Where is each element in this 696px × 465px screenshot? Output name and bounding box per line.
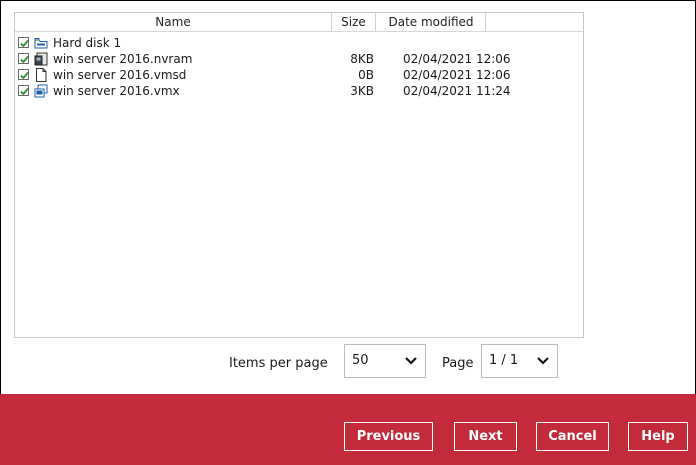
row-date: 02/04/2021 11:24 <box>403 84 511 98</box>
hard-disk-icon <box>34 36 48 50</box>
row-checkbox[interactable] <box>18 37 29 48</box>
row-size: 8KB <box>350 52 374 66</box>
table-row[interactable]: Hard disk 1 <box>15 35 583 51</box>
table-header: Name Size Date modified <box>15 13 583 32</box>
chevron-down-icon <box>537 357 549 365</box>
page-label: Page <box>442 356 474 371</box>
cancel-button[interactable]: Cancel <box>536 422 609 451</box>
nvram-file-icon <box>34 52 48 66</box>
items-per-page-label: Items per page <box>229 356 328 371</box>
column-header-name[interactable]: Name <box>15 13 331 31</box>
row-checkbox[interactable] <box>18 53 29 64</box>
table-row[interactable]: win server 2016.nvram 8KB 02/04/2021 12:… <box>15 51 583 67</box>
next-button[interactable]: Next <box>454 422 517 451</box>
page-select[interactable]: 1 / 1 <box>481 344 558 378</box>
help-button[interactable]: Help <box>628 422 688 451</box>
vmx-file-icon <box>34 84 48 98</box>
previous-button[interactable]: Previous <box>344 422 433 451</box>
file-list-table: Name Size Date modified Hard disk 1 win … <box>14 12 584 338</box>
column-divider <box>485 13 486 31</box>
table-row[interactable]: win server 2016.vmx 3KB 02/04/2021 11:24 <box>15 83 583 99</box>
column-header-size[interactable]: Size <box>331 13 375 31</box>
row-size: 0B <box>358 68 374 82</box>
row-name: win server 2016.vmsd <box>53 68 187 82</box>
table-body: Hard disk 1 win server 2016.nvram 8KB 02… <box>15 35 583 99</box>
check-icon <box>20 39 29 48</box>
table-row[interactable]: win server 2016.vmsd 0B 02/04/2021 12:06 <box>15 67 583 83</box>
row-name: win server 2016.vmx <box>53 84 180 98</box>
blank-file-icon <box>34 68 48 82</box>
row-name: Hard disk 1 <box>53 36 122 50</box>
check-icon <box>20 71 29 80</box>
page-value: 1 / 1 <box>489 353 519 368</box>
row-date: 02/04/2021 12:06 <box>403 68 511 82</box>
row-checkbox[interactable] <box>18 85 29 96</box>
row-checkbox[interactable] <box>18 69 29 80</box>
check-icon <box>20 55 29 64</box>
items-per-page-value: 50 <box>352 353 369 368</box>
column-header-date[interactable]: Date modified <box>375 13 486 31</box>
row-size: 3KB <box>350 84 374 98</box>
row-name: win server 2016.nvram <box>53 52 193 66</box>
check-icon <box>20 87 29 96</box>
chevron-down-icon <box>405 357 417 365</box>
row-date: 02/04/2021 12:06 <box>403 52 511 66</box>
items-per-page-select[interactable]: 50 <box>344 344 426 378</box>
